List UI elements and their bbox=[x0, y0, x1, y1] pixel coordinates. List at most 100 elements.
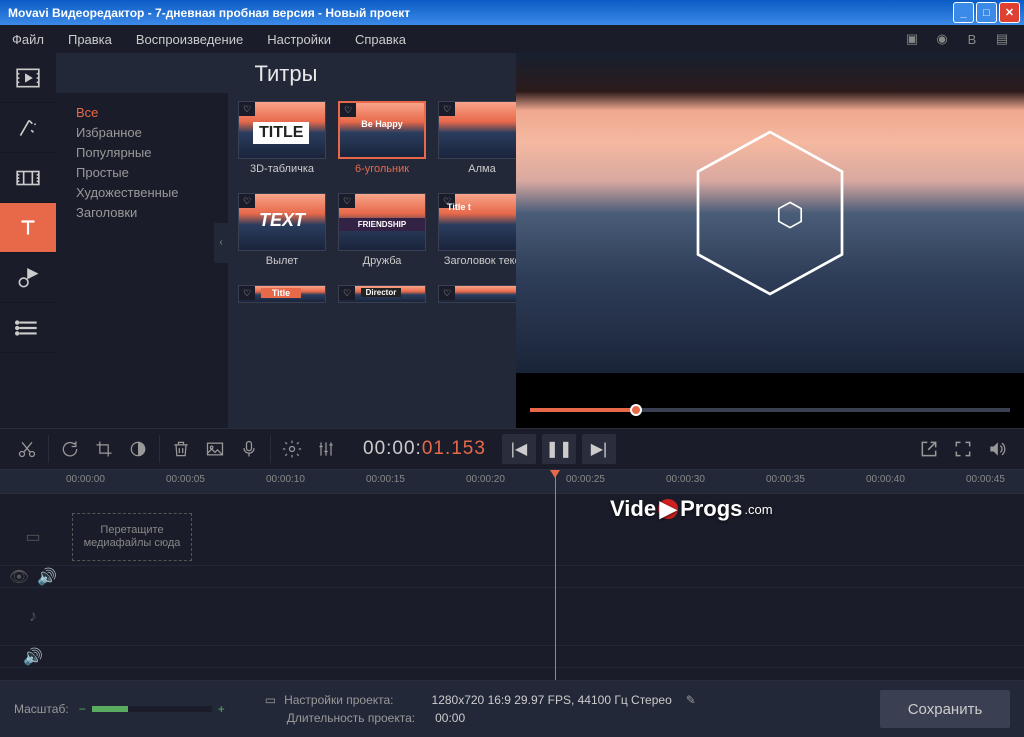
pause-button[interactable]: ❚❚ bbox=[542, 434, 576, 464]
next-button[interactable]: ▶| bbox=[582, 434, 616, 464]
transitions-tab[interactable] bbox=[0, 153, 56, 203]
tile-friendship[interactable]: ♡FRIENDSHIP Дружба bbox=[338, 193, 426, 281]
preview-pane bbox=[516, 53, 1024, 428]
seekbar-knob[interactable] bbox=[630, 404, 642, 416]
tile-flyout[interactable]: ♡TEXT Вылет bbox=[238, 193, 326, 281]
heart-icon[interactable]: ♡ bbox=[340, 103, 356, 117]
audio-icon[interactable]: 🔊 bbox=[37, 567, 57, 587]
small-hexagon-icon bbox=[776, 201, 804, 229]
mic-button[interactable] bbox=[232, 432, 266, 466]
heart-icon[interactable]: ♡ bbox=[239, 102, 255, 116]
rotate-button[interactable] bbox=[53, 432, 87, 466]
cat-simple[interactable]: Простые bbox=[76, 163, 228, 183]
close-button[interactable]: ✕ bbox=[999, 2, 1020, 23]
media-tab[interactable] bbox=[0, 53, 56, 103]
youtube-icon[interactable]: ▣ bbox=[902, 29, 922, 49]
vk-icon[interactable]: B bbox=[962, 29, 982, 49]
heart-icon[interactable]: ♡ bbox=[439, 102, 455, 116]
audio-icon[interactable]: 🔊 bbox=[23, 647, 43, 667]
delete-button[interactable] bbox=[164, 432, 198, 466]
tile-r3-3[interactable]: ♡ bbox=[438, 285, 516, 303]
gear-button[interactable] bbox=[275, 432, 309, 466]
film-icon: ▭ bbox=[25, 527, 40, 547]
proj-settings-value: 1280x720 16:9 29.97 FPS, 44100 Гц Стерео bbox=[432, 693, 672, 707]
video-track[interactable]: ▭ Перетащите медиафайлы сюда bbox=[0, 508, 1024, 566]
footer: Масштаб: − + ▭ Настройки проекта: 1280x7… bbox=[0, 680, 1024, 737]
tile-caption: 3D-табличка bbox=[250, 163, 314, 189]
filters-tab[interactable] bbox=[0, 103, 56, 153]
tile-r3-2[interactable]: ♡Director bbox=[338, 285, 426, 303]
timeline-ruler[interactable]: 00:00:00 00:00:05 00:00:10 00:00:15 00:0… bbox=[0, 470, 1024, 494]
tile-caption: 6-угольник bbox=[355, 163, 409, 189]
cat-fav[interactable]: Избранное bbox=[76, 123, 228, 143]
edit-toolbar: 00:00:01.153 |◀ ❚❚ ▶| bbox=[0, 428, 1024, 470]
window-titlebar: Movavi Видеоредактор - 7-дневная пробная… bbox=[0, 0, 1024, 25]
sliders-button[interactable] bbox=[309, 432, 343, 466]
menu-edit[interactable]: Правка bbox=[68, 32, 112, 47]
cat-popular[interactable]: Популярные bbox=[76, 143, 228, 163]
tile-heading[interactable]: ♡Title t Заголовок текс bbox=[438, 193, 516, 281]
eye-icon[interactable]: 👁 bbox=[9, 567, 29, 587]
collapse-handle[interactable]: ‹ bbox=[214, 223, 228, 263]
zoom-out-icon[interactable]: − bbox=[79, 702, 86, 716]
zoom-label: Масштаб: bbox=[14, 702, 69, 716]
cut-button[interactable] bbox=[10, 432, 44, 466]
audio-sub-track[interactable]: 🔊 bbox=[0, 646, 1024, 668]
menu-play[interactable]: Воспроизведение bbox=[136, 32, 243, 47]
minimize-button[interactable]: _ bbox=[953, 2, 974, 23]
tile-caption: Вылет bbox=[266, 255, 298, 281]
stickers-tab[interactable] bbox=[0, 253, 56, 303]
tile-3d[interactable]: ♡TITLE 3D-табличка bbox=[238, 101, 326, 189]
window-title: Movavi Видеоредактор - 7-дневная пробная… bbox=[4, 6, 953, 20]
menu-help[interactable]: Справка bbox=[355, 32, 406, 47]
menu-settings[interactable]: Настройки bbox=[267, 32, 331, 47]
heart-icon[interactable]: ♡ bbox=[439, 286, 455, 300]
drop-zone[interactable]: Перетащите медиафайлы сюда bbox=[72, 513, 192, 561]
crop-button[interactable] bbox=[87, 432, 121, 466]
playhead[interactable] bbox=[555, 470, 556, 680]
preview-canvas[interactable] bbox=[516, 53, 1024, 373]
side-toolbox bbox=[0, 53, 56, 428]
link-track[interactable]: 👁🔊 bbox=[0, 566, 1024, 588]
pencil-icon[interactable]: ✎ bbox=[686, 693, 696, 707]
heart-icon[interactable]: ♡ bbox=[339, 286, 355, 300]
cat-all[interactable]: Все bbox=[76, 103, 228, 123]
prev-button[interactable]: |◀ bbox=[502, 434, 536, 464]
timecode: 00:00:01.153 bbox=[363, 438, 486, 460]
cat-headings[interactable]: Заголовки bbox=[76, 203, 228, 223]
menubar: Файл Правка Воспроизведение Настройки Сп… bbox=[0, 25, 1024, 53]
watermark: Vide▶Progs.com bbox=[610, 496, 773, 522]
menu-file[interactable]: Файл bbox=[12, 32, 44, 47]
heart-icon[interactable]: ♡ bbox=[239, 286, 255, 300]
hexagon-overlay bbox=[680, 123, 860, 303]
seekbar[interactable] bbox=[530, 408, 1010, 412]
color-button[interactable] bbox=[121, 432, 155, 466]
popout-button[interactable] bbox=[912, 432, 946, 466]
duration-value: 00:00 bbox=[435, 711, 465, 725]
titles-tab[interactable] bbox=[0, 203, 56, 253]
timeline: 00:00:00 00:00:05 00:00:10 00:00:15 00:0… bbox=[0, 470, 1024, 680]
tile-caption: Алма bbox=[468, 163, 495, 189]
category-list: Все Избранное Популярные Простые Художес… bbox=[56, 93, 228, 428]
zoom-in-icon[interactable]: + bbox=[218, 702, 225, 716]
image-button[interactable] bbox=[198, 432, 232, 466]
zoom-slider[interactable] bbox=[92, 706, 212, 712]
panel-title: Титры bbox=[56, 53, 516, 93]
share-icon[interactable]: ▤ bbox=[992, 29, 1012, 49]
save-button[interactable]: Сохранить bbox=[880, 690, 1010, 728]
more-tab[interactable] bbox=[0, 303, 56, 353]
audio-track[interactable]: ♪ bbox=[0, 588, 1024, 646]
tile-hexagon[interactable]: ♡Be Happy 6-угольник bbox=[338, 101, 426, 189]
ok-icon[interactable]: ◉ bbox=[932, 29, 952, 49]
tile-diamond[interactable]: ♡ Алма bbox=[438, 101, 516, 189]
cat-artistic[interactable]: Художественные bbox=[76, 183, 228, 203]
maximize-button[interactable]: □ bbox=[976, 2, 997, 23]
fullscreen-button[interactable] bbox=[946, 432, 980, 466]
volume-button[interactable] bbox=[980, 432, 1014, 466]
duration-label: Длительность проекта: bbox=[287, 711, 415, 725]
tile-r3-1[interactable]: ♡Title bbox=[238, 285, 326, 303]
heart-icon[interactable]: ♡ bbox=[239, 194, 255, 208]
titles-panel: Титры Все Избранное Популярные Простые Х… bbox=[56, 53, 516, 428]
tile-caption: Дружба bbox=[363, 255, 402, 281]
heart-icon[interactable]: ♡ bbox=[339, 194, 355, 208]
